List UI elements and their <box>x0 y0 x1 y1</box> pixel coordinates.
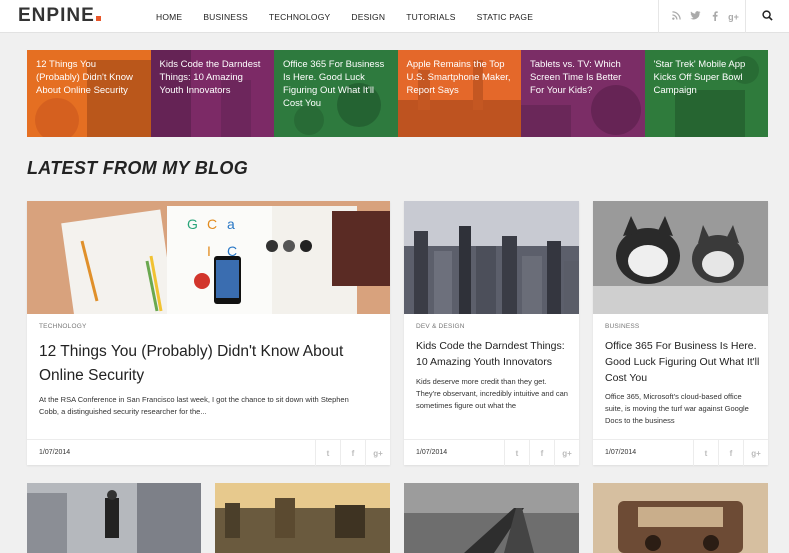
site-logo[interactable]: ENPINE <box>18 5 101 27</box>
nav-home[interactable]: HOME <box>156 12 182 22</box>
post-card[interactable]: G C a I C TECHNOLOGY 12 Things You (Prob… <box>27 201 390 466</box>
google-plus-icon[interactable]: g+ <box>365 440 390 466</box>
post-excerpt: Office 365, Microsoft's cloud-based offi… <box>605 392 749 425</box>
post-date: 1/07/2014 <box>39 449 71 456</box>
rss-icon[interactable] <box>667 11 686 22</box>
google-plus-icon[interactable]: g+ <box>743 440 768 466</box>
featured-item[interactable]: Office 365 For Business Is Here. Good Lu… <box>274 50 398 137</box>
featured-item[interactable]: Kids Code the Darndest Things: 10 Amazin… <box>150 50 274 137</box>
post-category[interactable]: TECHNOLOGY <box>39 323 87 330</box>
post-thumbnail[interactable] <box>27 483 201 553</box>
featured-item[interactable]: Tablets vs. TV: Which Screen Time Is Bet… <box>521 50 645 137</box>
featured-item[interactable]: 'Star Trek' Mobile App Kicks Off Super B… <box>644 50 768 137</box>
post-thumbnail[interactable] <box>593 483 768 553</box>
post-excerpt: At the RSA Conference in San Francisco l… <box>39 395 349 416</box>
twitter-icon[interactable] <box>686 11 705 22</box>
featured-title: Kids Code the Darndest Things: 10 Amazin… <box>159 59 261 96</box>
featured-title: Apple Remains the Top U.S. Smartphone Ma… <box>406 59 511 96</box>
nav-design[interactable]: DESIGN <box>351 12 385 22</box>
post-title[interactable]: 12 Things You (Probably) Didn't Know Abo… <box>39 340 379 388</box>
svg-text:C: C <box>207 216 217 232</box>
featured-title: Tablets vs. TV: Which Screen Time Is Bet… <box>530 59 622 96</box>
social-links: g+ <box>658 0 743 33</box>
post-excerpt: Kids deserve more credit than they get. … <box>416 377 568 410</box>
facebook-icon[interactable]: f <box>340 440 365 466</box>
post-date: 1/07/2014 <box>416 449 448 456</box>
nav-tutorials[interactable]: TUTORIALS <box>406 12 455 22</box>
nav-business[interactable]: BUSINESS <box>203 12 248 22</box>
twitter-icon[interactable]: t <box>315 440 340 466</box>
google-plus-icon[interactable]: g+ <box>724 12 743 22</box>
site-header: ENPINE HOME BUSINESS TECHNOLOGY DESIGN T… <box>0 0 789 33</box>
svg-text:a: a <box>227 216 235 232</box>
featured-title: 12 Things You (Probably) Didn't Know Abo… <box>36 59 133 96</box>
featured-posts: 12 Things You (Probably) Didn't Know Abo… <box>27 50 768 137</box>
search-icon <box>762 8 773 26</box>
google-plus-icon[interactable]: g+ <box>554 440 579 466</box>
post-category[interactable]: DEV & DESIGN <box>416 323 465 330</box>
featured-title: Office 365 For Business Is Here. Good Lu… <box>283 59 385 109</box>
post-title[interactable]: Kids Code the Darndest Things: 10 Amazin… <box>416 338 576 370</box>
facebook-icon[interactable]: f <box>718 440 743 466</box>
featured-item[interactable]: 12 Things You (Probably) Didn't Know Abo… <box>27 50 151 137</box>
post-thumbnail[interactable] <box>215 483 390 553</box>
post-thumbnail[interactable] <box>404 483 579 553</box>
svg-text:I: I <box>207 243 211 259</box>
facebook-icon[interactable] <box>705 10 724 23</box>
featured-item[interactable]: Apple Remains the Top U.S. Smartphone Ma… <box>397 50 521 137</box>
post-footer: 1/07/2014 t f g+ <box>404 439 579 466</box>
post-card[interactable]: BUSINESS Office 365 For Business Is Here… <box>593 201 768 466</box>
post-date: 1/07/2014 <box>605 449 637 456</box>
facebook-icon[interactable]: f <box>529 440 554 466</box>
post-thumbnail[interactable] <box>404 201 579 314</box>
nav-technology[interactable]: TECHNOLOGY <box>269 12 331 22</box>
twitter-icon[interactable]: t <box>504 440 529 466</box>
post-thumbnail[interactable]: G C a I C <box>27 201 390 314</box>
main-nav: HOME BUSINESS TECHNOLOGY DESIGN TUTORIAL… <box>156 0 554 33</box>
nav-static-page[interactable]: STATIC PAGE <box>477 12 534 22</box>
post-title[interactable]: Office 365 For Business Is Here. Good Lu… <box>605 338 765 386</box>
post-card[interactable]: DEV & DESIGN Kids Code the Darndest Thin… <box>404 201 579 466</box>
logo-dot <box>95 16 101 21</box>
featured-title: 'Star Trek' Mobile App Kicks Off Super B… <box>653 59 746 96</box>
section-title: LATEST FROM MY BLOG <box>27 158 249 178</box>
post-thumbnail[interactable] <box>593 201 768 314</box>
post-footer: 1/07/2014 t f g+ <box>593 439 768 466</box>
search-button[interactable] <box>745 0 789 33</box>
post-category[interactable]: BUSINESS <box>605 323 639 330</box>
svg-text:G: G <box>187 216 198 232</box>
post-footer: 1/07/2014 t f g+ <box>27 439 390 466</box>
logo-text: ENPINE <box>18 5 95 26</box>
twitter-icon[interactable]: t <box>693 440 718 466</box>
